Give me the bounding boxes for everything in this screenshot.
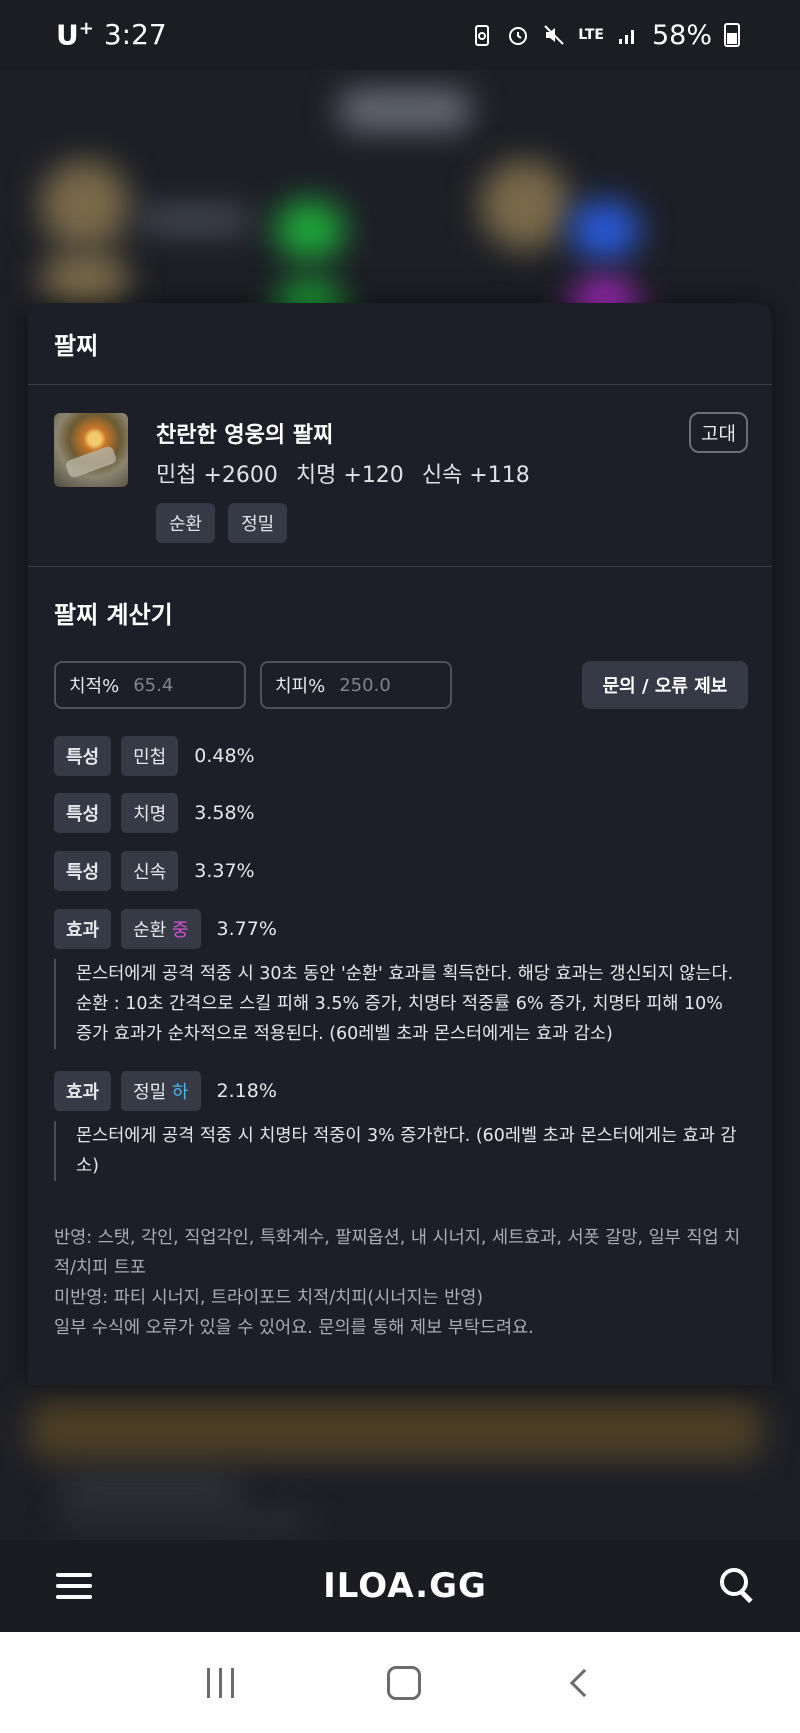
- status-right: LTE 58%: [470, 20, 740, 51]
- blur-shape: [275, 200, 345, 260]
- card-header: 팔찌: [28, 303, 772, 385]
- trait-row: 특성 신속 3.37%: [54, 851, 255, 891]
- hamburger-menu-icon[interactable]: [56, 1573, 92, 1599]
- battery-percent: 58%: [651, 19, 712, 51]
- blur-shape: [40, 250, 130, 310]
- blur-shape: [60, 1480, 240, 1500]
- network-type: LTE: [578, 27, 604, 43]
- item-tag: 순환: [156, 503, 216, 543]
- row-kind: 특성: [54, 793, 112, 833]
- mute-icon: [544, 25, 564, 45]
- crit-rate-input[interactable]: 치적% 65.4: [54, 661, 246, 709]
- item-section: 찬란한 영웅의 팔찌 고대 민첩 +2600 치명 +120 신속 +118 순…: [28, 385, 772, 567]
- bracelet-card: 팔찌 찬란한 영웅의 팔찌 고대 민첩 +2600 치명 +120 신속 +11…: [28, 303, 772, 1385]
- tier-label: 하: [171, 1082, 189, 1103]
- row-name: 민첩: [121, 736, 179, 776]
- item-stat: 민첩 +2600: [156, 463, 278, 488]
- home-icon[interactable]: [386, 1665, 421, 1700]
- bracelet-item-icon: [54, 413, 128, 487]
- row-pct: 3.37%: [194, 860, 255, 882]
- recents-icon[interactable]: [206, 1667, 234, 1698]
- status-bar: U+ 3:27 LTE 58%: [0, 0, 800, 70]
- item-tag: 정밀: [228, 503, 288, 543]
- row-kind: 특성: [54, 851, 112, 891]
- row-kind: 효과: [54, 909, 112, 949]
- report-error-button[interactable]: 문의 / 오류 제보: [582, 661, 748, 709]
- signal-icon: [618, 30, 634, 44]
- item-stats: 민첩 +2600 치명 +120 신속 +118: [156, 457, 530, 489]
- crit-damage-value: 250.0: [339, 674, 391, 696]
- back-icon[interactable]: [569, 1668, 598, 1697]
- blur-shape: [480, 160, 570, 250]
- item-name: 찬란한 영웅의 팔찌: [156, 423, 334, 448]
- crit-damage-input[interactable]: 치피% 250.0: [260, 661, 452, 709]
- blur-shape: [140, 210, 250, 230]
- tier-label: 중: [171, 920, 189, 941]
- row-name: 치명: [121, 793, 179, 833]
- status-left: U+ 3:27: [56, 18, 167, 51]
- row-pct: 3.77%: [216, 918, 277, 940]
- trait-row: 특성 민첩 0.48%: [54, 736, 255, 776]
- effect-row: 효과 정밀 하 2.18%: [54, 1071, 277, 1111]
- crit-rate-value: 65.4: [133, 674, 174, 696]
- row-kind: 특성: [54, 736, 112, 776]
- effect-description: 몬스터에게 공격 적중 시 30초 동안 '순환' 효과를 획득한다. 해당 효…: [54, 959, 744, 1049]
- row-pct: 2.18%: [216, 1080, 277, 1102]
- status-time: 3:27: [103, 18, 167, 52]
- site-logo[interactable]: ILOA.GG: [323, 1566, 487, 1606]
- row-kind: 효과: [54, 1071, 112, 1111]
- row-pct: 3.58%: [194, 802, 255, 824]
- blur-shape: [30, 1400, 760, 1460]
- crit-rate-label: 치적%: [69, 676, 120, 697]
- row-name: 정밀 하: [121, 1071, 201, 1111]
- calculator-notes: 반영: 스탯, 각인, 직업각인, 특화계수, 팔찌옵션, 내 시너지, 세트효…: [54, 1223, 744, 1343]
- row-pct: 0.48%: [194, 745, 255, 767]
- system-navigation-bar: [0, 1632, 800, 1733]
- carrier-label: U+: [56, 18, 94, 52]
- blur-shape: [340, 90, 470, 130]
- blur-shape: [570, 200, 640, 260]
- effect-description: 몬스터에게 공격 적중 시 치명타 적중이 3% 증가한다. (60레벨 초과 …: [54, 1121, 744, 1181]
- blur-shape: [60, 1515, 310, 1529]
- battery-icon: [724, 23, 740, 47]
- item-stat: 신속 +118: [421, 463, 530, 488]
- item-tags: 순환 정밀: [156, 503, 288, 543]
- note-line: 일부 수식에 오류가 있을 수 있어요. 문의를 통해 제보 부탁드려요.: [54, 1318, 534, 1338]
- item-stat: 치명 +120: [295, 463, 404, 488]
- note-line: 반영: 스탯, 각인, 직업각인, 특화계수, 팔찌옵션, 내 시너지, 세트효…: [54, 1228, 741, 1278]
- battery-saver-icon: [475, 25, 490, 46]
- crit-damage-label: 치피%: [275, 676, 326, 697]
- search-icon[interactable]: [718, 1566, 758, 1606]
- effect-row: 효과 순환 중 3.77%: [54, 909, 277, 949]
- row-name: 신속: [121, 851, 179, 891]
- bottom-app-bar: ILOA.GG: [0, 1540, 800, 1632]
- grade-badge: 고대: [689, 412, 748, 453]
- row-name: 순환 중: [121, 909, 201, 949]
- card-title: 팔찌: [54, 332, 99, 360]
- alarm-icon: [509, 27, 528, 45]
- calculator-title: 팔찌 계산기: [54, 601, 173, 629]
- trait-row: 특성 치명 3.58%: [54, 793, 255, 833]
- blur-shape: [40, 160, 130, 250]
- note-line: 미반영: 파티 시너지, 트라이포드 치적/치피(시너지는 반영): [54, 1288, 484, 1308]
